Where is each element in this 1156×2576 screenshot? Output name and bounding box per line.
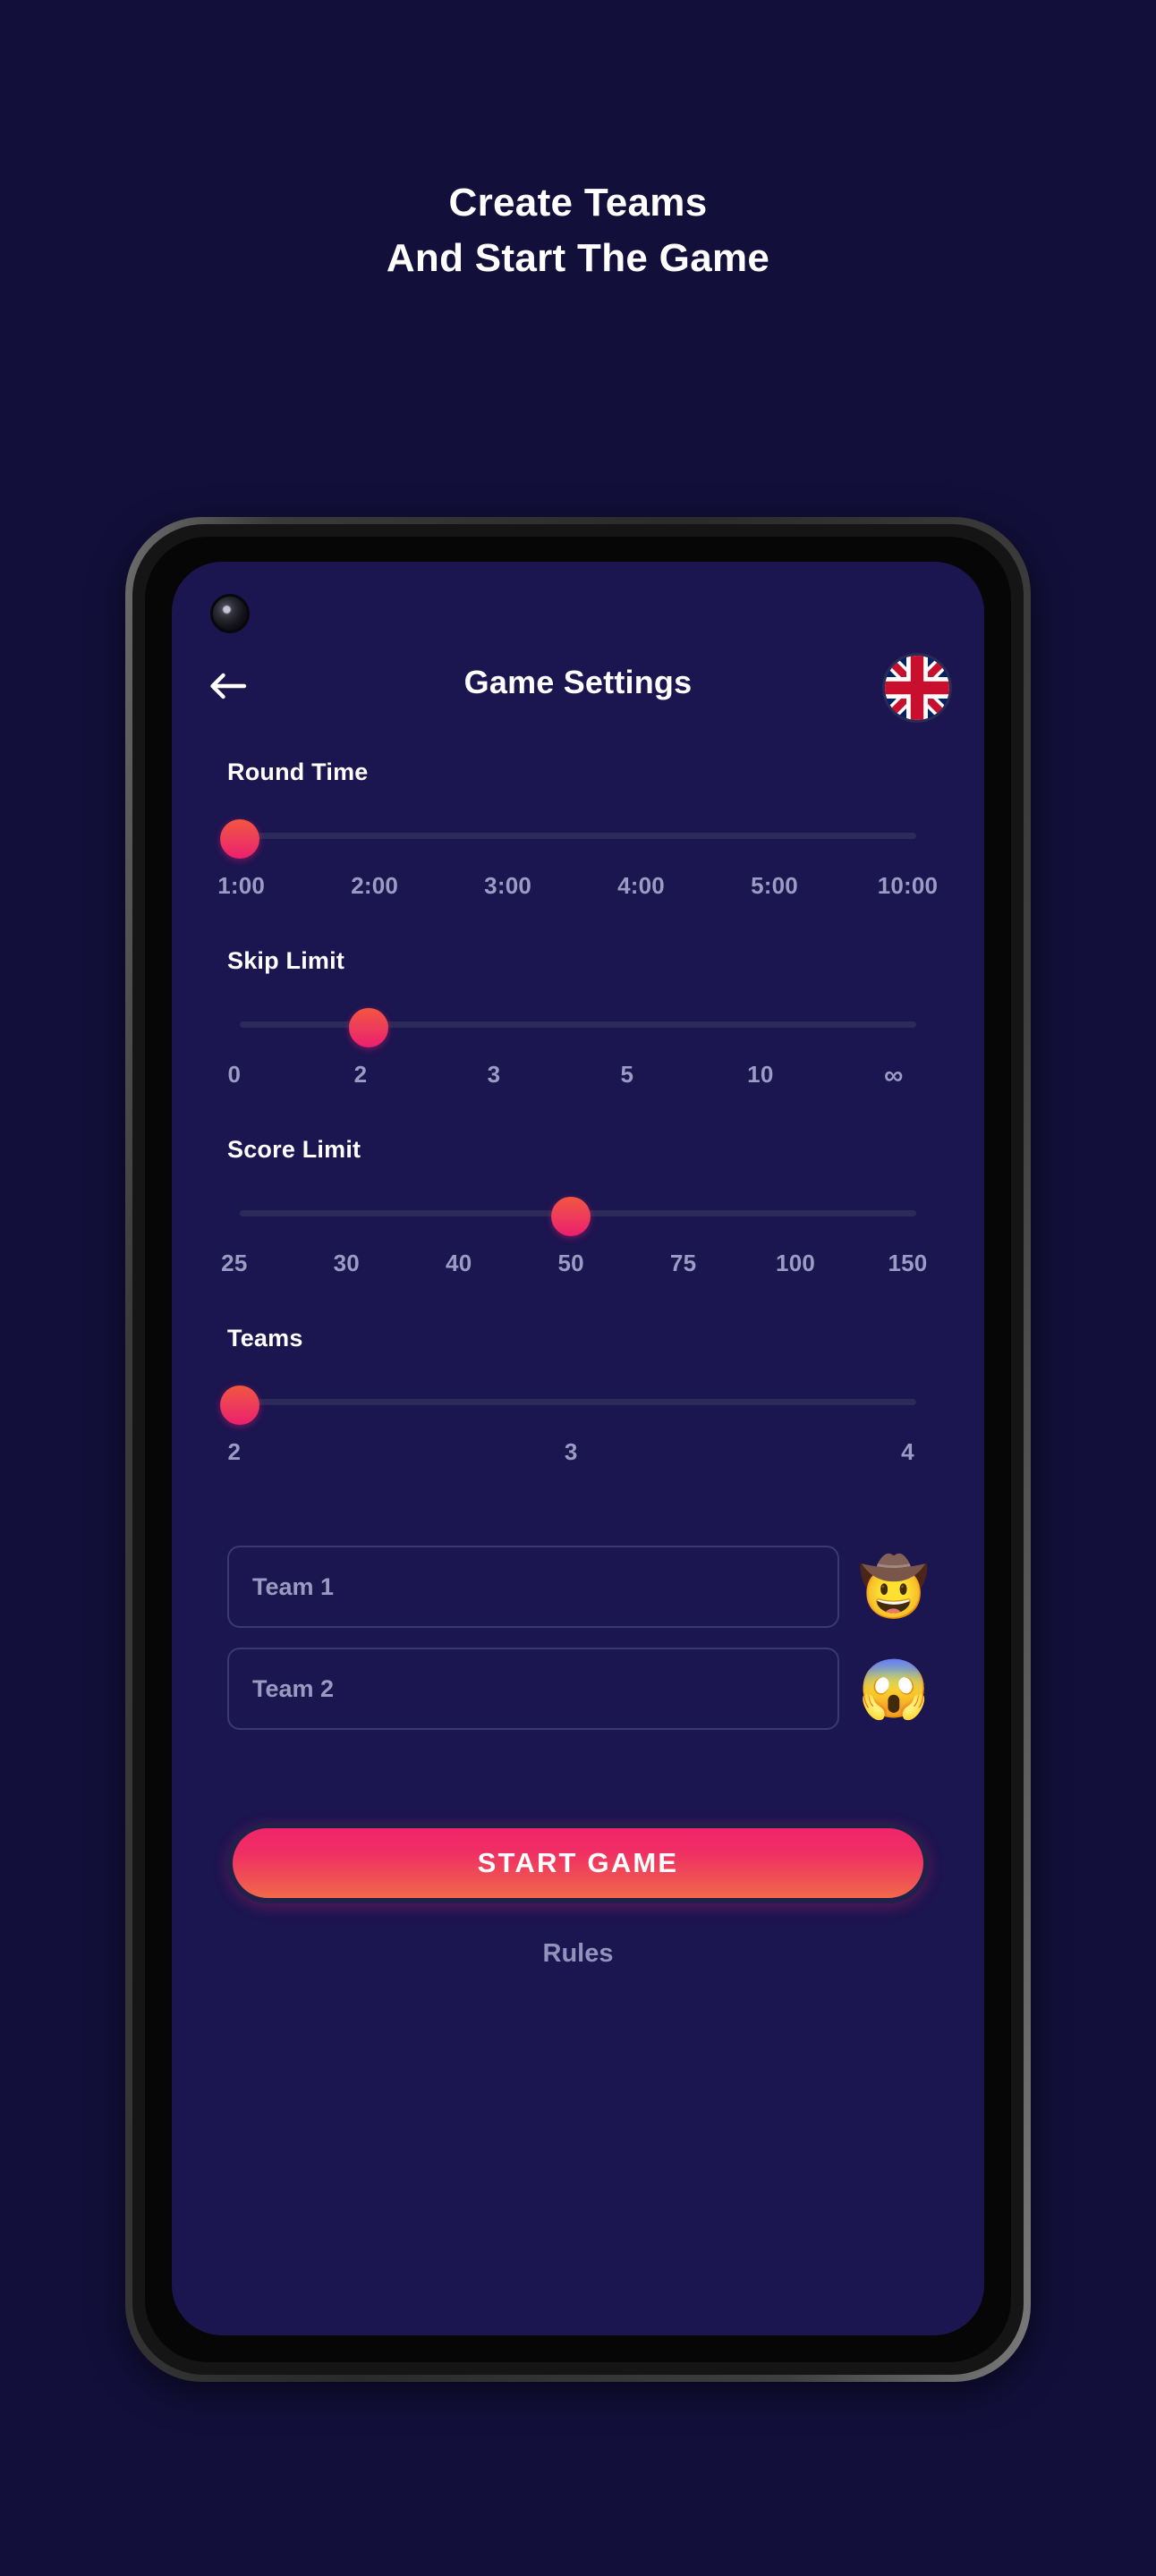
setting-teams: Teams 2 3 4: [220, 1325, 929, 1474]
tick-label: ∞: [884, 1061, 904, 1090]
teams-slider[interactable]: [220, 1385, 916, 1425]
tick-label: 4: [901, 1438, 914, 1465]
tick-label: 0: [227, 1061, 242, 1088]
tick-label: 5: [620, 1061, 634, 1088]
round-time-tick-labels: 1:00 2:00 3:00 4:00 5:00 10:00: [217, 872, 938, 908]
skip-limit-slider[interactable]: [240, 1008, 916, 1047]
setting-label-score-limit: Score Limit: [227, 1136, 361, 1163]
setting-round-time: Round Time 1:00 2:00 3:00 4:00 5:00 10:0…: [217, 758, 938, 908]
skip-limit-slider-thumb[interactable]: [348, 1008, 388, 1047]
settings-list: Round Time 1:00 2:00 3:00 4:00 5:00 10:0…: [217, 758, 938, 1474]
screaming-face-emoji: 😱: [858, 1657, 930, 1721]
score-limit-tick-labels: 25 30 40 50 75 100 150: [221, 1250, 929, 1285]
promo-headline-line-1: Create Teams: [448, 181, 708, 225]
app-header: Game Settings: [172, 640, 984, 733]
setting-label-round-time: Round Time: [227, 758, 369, 785]
team-row: 🤠: [227, 1546, 930, 1628]
tick-label: 2: [353, 1061, 368, 1088]
tick-label: 100: [776, 1250, 816, 1276]
tick-label: 40: [446, 1250, 472, 1276]
setting-label-skip-limit: Skip Limit: [227, 947, 345, 974]
skip-limit-tick-labels: 0 2 3 5 10 ∞: [227, 1061, 929, 1097]
tick-label: 75: [669, 1250, 697, 1276]
round-time-slider[interactable]: [220, 819, 916, 859]
tick-label: 1:00: [217, 872, 266, 899]
team-name-list: 🤠 😱: [227, 1546, 930, 1750]
tick-label: 2:00: [351, 872, 399, 899]
tick-label: 3: [564, 1438, 578, 1465]
phone-device-frame: Game Settings Round Time 1:00 2:00 3:00 …: [125, 517, 1031, 2382]
setting-score-limit: Score Limit 25 30 40 50 75 100 150: [221, 1136, 929, 1285]
setting-skip-limit: Skip Limit 0 2 3 5 10 ∞: [227, 947, 929, 1097]
round-time-slider-track[interactable]: [240, 833, 916, 839]
front-camera-icon: [210, 594, 250, 633]
page-title: Game Settings: [463, 664, 693, 700]
team-2-emoji-button[interactable]: 😱: [858, 1654, 930, 1724]
teams-slider-track[interactable]: [240, 1399, 916, 1405]
round-time-slider-thumb[interactable]: [220, 819, 259, 859]
tick-label: 10:00: [877, 872, 939, 899]
tick-label: 3: [487, 1061, 501, 1088]
start-game-button[interactable]: START GAME: [227, 1823, 929, 1903]
tick-label: 50: [557, 1250, 584, 1276]
tick-label: 30: [333, 1250, 360, 1276]
tick-label: 2: [227, 1438, 242, 1465]
phone-screen: Game Settings Round Time 1:00 2:00 3:00 …: [172, 562, 984, 2335]
team-row: 😱: [227, 1648, 930, 1730]
rules-link[interactable]: Rules: [172, 1939, 984, 1969]
tick-label: 4:00: [617, 872, 665, 899]
team-2-name-input[interactable]: [227, 1648, 839, 1730]
tick-label: 3:00: [484, 872, 532, 899]
setting-label-teams: Teams: [227, 1325, 303, 1352]
phone-bezel: Game Settings Round Time 1:00 2:00 3:00 …: [145, 537, 1011, 2362]
promo-headline-line-2: And Start The Game: [386, 236, 770, 281]
team-1-emoji-button[interactable]: 🤠: [858, 1552, 930, 1622]
tick-label: 150: [888, 1250, 928, 1276]
start-game-wrap: START GAME: [227, 1823, 929, 1903]
tick-label: 10: [747, 1061, 774, 1088]
tick-label: 25: [221, 1250, 248, 1276]
language-flag-button[interactable]: [882, 653, 952, 723]
promo-headline: Create Teams And Start The Game: [0, 175, 1156, 287]
skip-limit-slider-track[interactable]: [240, 1021, 916, 1028]
teams-tick-labels: 2 3 4: [227, 1438, 929, 1474]
screenshot-root: Create Teams And Start The Game Game Set…: [0, 0, 1156, 2576]
cowboy-hat-face-emoji: 🤠: [858, 1555, 930, 1619]
score-limit-slider[interactable]: [240, 1197, 916, 1236]
score-limit-slider-thumb[interactable]: [551, 1197, 591, 1236]
phone-frame-inner: Game Settings Round Time 1:00 2:00 3:00 …: [132, 524, 1024, 2375]
teams-slider-thumb[interactable]: [220, 1385, 259, 1425]
uk-flag-icon: [885, 656, 949, 720]
tick-label: 5:00: [751, 872, 798, 899]
team-1-name-input[interactable]: [227, 1546, 839, 1628]
